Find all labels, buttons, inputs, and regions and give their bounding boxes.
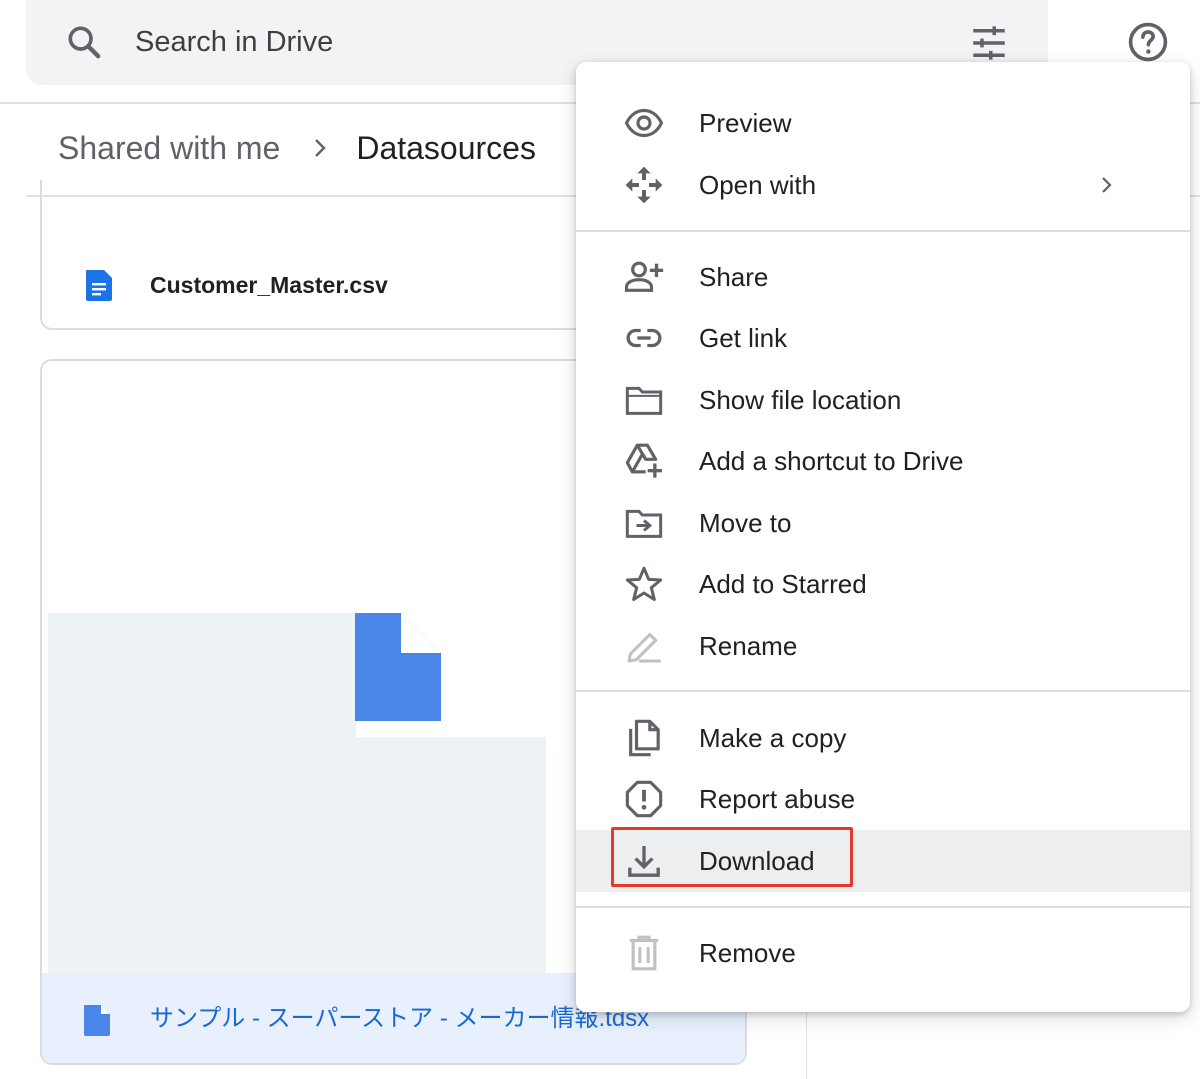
file-name[interactable]: Customer_Master.csv [150, 268, 388, 302]
menu-item-show-file-location[interactable]: Show file location [576, 369, 1190, 431]
star-icon [625, 566, 663, 601]
trash-icon [629, 935, 659, 971]
chevron-right-icon [1102, 177, 1112, 193]
menu-item-label: Show file location [699, 385, 902, 415]
help-icon[interactable] [1126, 20, 1170, 64]
breadcrumb: Shared with me Datasources [58, 124, 536, 172]
search-icon[interactable] [64, 22, 104, 62]
tune-icon[interactable] [968, 22, 1010, 64]
menu-item-make-a-copy[interactable]: Make a copy [576, 707, 1190, 769]
menu-item-label: Report abuse [699, 784, 856, 814]
menu-item-share[interactable]: Share [576, 246, 1190, 308]
menu-divider [576, 906, 1190, 908]
drive-shortcut-icon [625, 443, 662, 478]
person-add-icon [624, 261, 664, 292]
highlight-box [611, 827, 853, 887]
folder-icon [625, 386, 663, 415]
menu-item-open-with[interactable]: Open with [576, 154, 1190, 216]
report-icon [625, 780, 663, 818]
doc-icon [86, 270, 112, 301]
link-icon [626, 328, 662, 348]
menu-item-preview[interactable]: Preview [576, 92, 1190, 154]
pencil-icon [627, 633, 661, 663]
menu-item-label: Rename [699, 631, 798, 661]
menu-divider [576, 230, 1190, 232]
menu-item-remove[interactable]: Remove [576, 922, 1190, 984]
move-to-folder-icon [625, 509, 663, 538]
menu-item-add-to-starred[interactable]: Add to Starred [576, 553, 1190, 615]
menu-item-rename[interactable]: Rename [576, 615, 1190, 677]
menu-item-label: Preview [699, 108, 792, 138]
menu-item-label: Get link [699, 323, 788, 353]
menu-item-label: Remove [699, 938, 796, 968]
menu-item-label: Share [699, 262, 769, 292]
menu-item-add-shortcut[interactable]: Add a shortcut to Drive [576, 430, 1190, 492]
menu-item-get-link[interactable]: Get link [576, 307, 1190, 369]
breadcrumb-shared-with-me[interactable]: Shared with me [58, 130, 280, 167]
copy-icon [629, 719, 660, 757]
menu-item-label: Add a shortcut to Drive [699, 446, 964, 476]
move-icon [625, 166, 663, 204]
file-name[interactable]: サンプル - スーパーストア - メーカー情報.tdsx [150, 999, 649, 1039]
menu-item-label: Make a copy [699, 723, 847, 753]
menu-item-label: Open with [699, 170, 817, 200]
menu-item-label: Add to Starred [699, 569, 867, 599]
eye-icon [624, 108, 664, 138]
menu-item-report-abuse[interactable]: Report abuse [576, 768, 1190, 830]
search-input[interactable]: Search in Drive [135, 22, 333, 62]
breadcrumb-datasources[interactable]: Datasources [356, 130, 536, 167]
chevron-right-icon [315, 139, 327, 157]
context-menu: Preview Open with Share Get link Show fi… [576, 62, 1190, 1012]
file-icon [355, 613, 441, 721]
menu-divider [576, 690, 1190, 692]
doc-icon [84, 1005, 110, 1036]
menu-item-move-to[interactable]: Move to [576, 492, 1190, 554]
menu-item-label: Move to [699, 508, 792, 538]
